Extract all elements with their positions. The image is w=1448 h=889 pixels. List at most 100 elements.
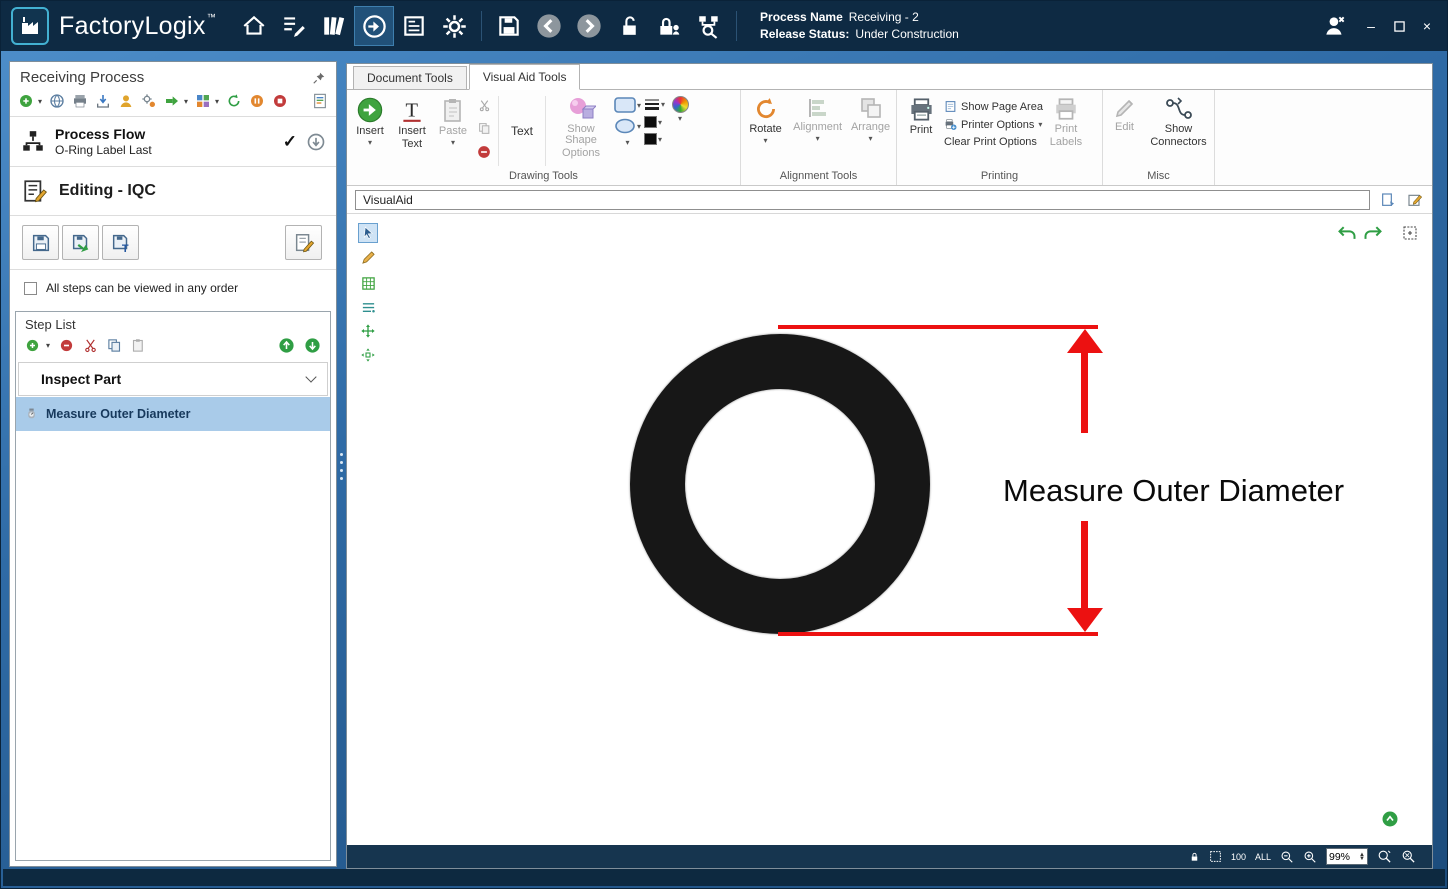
move-anchor-tool-icon[interactable] <box>358 345 378 365</box>
fill-color-swatch[interactable] <box>644 133 657 145</box>
process-flow-row[interactable]: Process Flow O-Ring Label Last ✓ <box>10 117 336 166</box>
cut-icon[interactable] <box>83 338 98 353</box>
stop-icon[interactable] <box>272 93 288 109</box>
zoom-reset-icon[interactable] <box>1381 810 1399 828</box>
visual-aid-canvas[interactable]: Measure Outer Diameter <box>347 214 1432 845</box>
remove-step-icon[interactable] <box>59 338 74 353</box>
ellipse-caret-icon[interactable]: ▾ <box>637 123 641 130</box>
edit-document-button[interactable] <box>1405 190 1424 209</box>
print-button[interactable]: Print <box>900 93 942 169</box>
insert-button[interactable]: Insert ▾ <box>350 93 390 169</box>
pause-icon[interactable] <box>249 93 265 109</box>
line-style-caret-icon[interactable]: ▾ <box>661 101 665 108</box>
redo-icon[interactable] <box>1363 224 1383 242</box>
publish-caret-icon[interactable]: ▾ <box>184 97 188 106</box>
flow-search-button[interactable] <box>689 6 729 46</box>
minimize-button[interactable]: – <box>1359 15 1383 37</box>
cut-small-icon[interactable] <box>478 99 491 112</box>
collapse-icon[interactable] <box>306 132 326 152</box>
copy-small-icon[interactable] <box>478 122 491 135</box>
link-icon[interactable] <box>49 93 65 109</box>
shape-color-button[interactable]: ▾ <box>667 93 693 169</box>
home-button[interactable] <box>234 6 274 46</box>
show-page-area-button[interactable]: Show Page Area <box>944 100 1043 113</box>
paste-button[interactable]: Paste ▾ <box>434 93 472 169</box>
zoom-input[interactable]: 99% ▲▼ <box>1326 848 1368 865</box>
printer-options-button[interactable]: Printer Options ▾ <box>944 118 1043 131</box>
move-down-icon[interactable] <box>304 337 321 354</box>
text-button[interactable]: Text <box>503 93 541 169</box>
o-ring-image[interactable] <box>630 334 930 634</box>
rotate-button[interactable]: Rotate ▾ <box>744 93 787 169</box>
measure-line-bottom[interactable] <box>778 632 1098 636</box>
zoom-spinner[interactable]: ▲▼ <box>1359 853 1365 861</box>
tools-icon[interactable] <box>141 93 157 109</box>
panel-splitter[interactable] <box>339 453 344 480</box>
publish-icon[interactable] <box>164 93 180 109</box>
fit-to-screen-icon[interactable] <box>1402 225 1418 241</box>
edit-notes-button[interactable] <box>285 225 322 260</box>
preview-page-button[interactable] <box>1378 190 1397 209</box>
guides-tool-icon[interactable] <box>358 297 378 317</box>
add-caret-icon[interactable]: ▾ <box>38 97 42 106</box>
line-style-icon[interactable] <box>644 97 660 111</box>
rectangle-shape-icon[interactable] <box>614 97 636 113</box>
copy-icon[interactable] <box>107 338 122 353</box>
step-item-selected[interactable]: Measure Outer Diameter <box>16 397 330 431</box>
refresh-icon[interactable] <box>226 93 242 109</box>
add-icon[interactable] <box>18 93 34 109</box>
more-shapes-caret-icon[interactable]: ▾ <box>626 139 630 146</box>
annotation-text[interactable]: Measure Outer Diameter <box>1003 473 1344 509</box>
fill-color-caret-icon[interactable]: ▾ <box>658 136 662 143</box>
print-labels-button[interactable]: Print Labels <box>1045 93 1087 169</box>
move-up-icon[interactable] <box>278 337 295 354</box>
news-button[interactable] <box>394 6 434 46</box>
select-tool-icon[interactable] <box>358 223 378 243</box>
show-connectors-button[interactable]: Show Connectors <box>1147 93 1211 169</box>
close-button[interactable]: × <box>1415 15 1439 37</box>
print-icon[interactable] <box>72 93 88 109</box>
user-icon[interactable] <box>118 93 134 109</box>
zoom-in-icon[interactable] <box>1303 850 1317 864</box>
tab-visual-aid-tools[interactable]: Visual Aid Tools <box>469 64 581 90</box>
zoom-all-label[interactable]: ALL <box>1255 852 1271 862</box>
lock-zoom-icon[interactable] <box>1189 851 1200 863</box>
documents-button[interactable] <box>314 6 354 46</box>
zoom-100-label[interactable]: 100 <box>1231 852 1246 862</box>
back-button[interactable] <box>529 6 569 46</box>
clear-print-options-button[interactable]: Clear Print Options <box>944 136 1043 148</box>
categories-caret-icon[interactable]: ▾ <box>215 97 219 106</box>
forward-button[interactable] <box>569 6 609 46</box>
order-checkbox[interactable] <box>24 282 37 295</box>
alignment-button[interactable]: Alignment ▾ <box>793 93 842 169</box>
report-icon[interactable] <box>312 93 328 109</box>
add-step-caret-icon[interactable]: ▾ <box>46 341 50 350</box>
receiving-button[interactable] <box>354 6 394 46</box>
user-session-button[interactable] <box>1315 6 1355 46</box>
measure-line-top[interactable] <box>778 325 1098 329</box>
pan-tool-icon[interactable] <box>358 321 378 341</box>
save-template-button[interactable]: T <box>102 225 139 260</box>
maximize-button[interactable] <box>1387 15 1411 37</box>
zoom-selection-icon[interactable] <box>1377 849 1392 864</box>
pin-icon[interactable] <box>312 71 326 85</box>
show-shape-options-button[interactable]: Show Shape Options <box>550 93 612 169</box>
insert-caret-icon[interactable]: ▾ <box>368 139 372 146</box>
paste-icon[interactable] <box>131 338 146 353</box>
save-step-button[interactable] <box>22 225 59 260</box>
chevron-down-icon[interactable] <box>305 371 316 382</box>
stroke-color-caret-icon[interactable]: ▾ <box>658 119 662 126</box>
unlock-button[interactable] <box>609 6 649 46</box>
zoom-fit-icon[interactable] <box>1401 849 1416 864</box>
insert-text-button[interactable]: T Insert Text <box>392 93 432 169</box>
delete-small-icon[interactable] <box>477 145 491 159</box>
edit-button[interactable]: Edit <box>1107 93 1143 169</box>
save-button[interactable] <box>489 6 529 46</box>
undo-icon[interactable] <box>1337 224 1357 242</box>
categories-icon[interactable] <box>195 93 211 109</box>
process-definitions-button[interactable] <box>274 6 314 46</box>
lock-user-button[interactable] <box>649 6 689 46</box>
zoom-out-icon[interactable] <box>1280 850 1294 864</box>
rectangle-caret-icon[interactable]: ▾ <box>637 102 641 109</box>
arrange-button[interactable]: Arrange ▾ <box>848 93 893 169</box>
